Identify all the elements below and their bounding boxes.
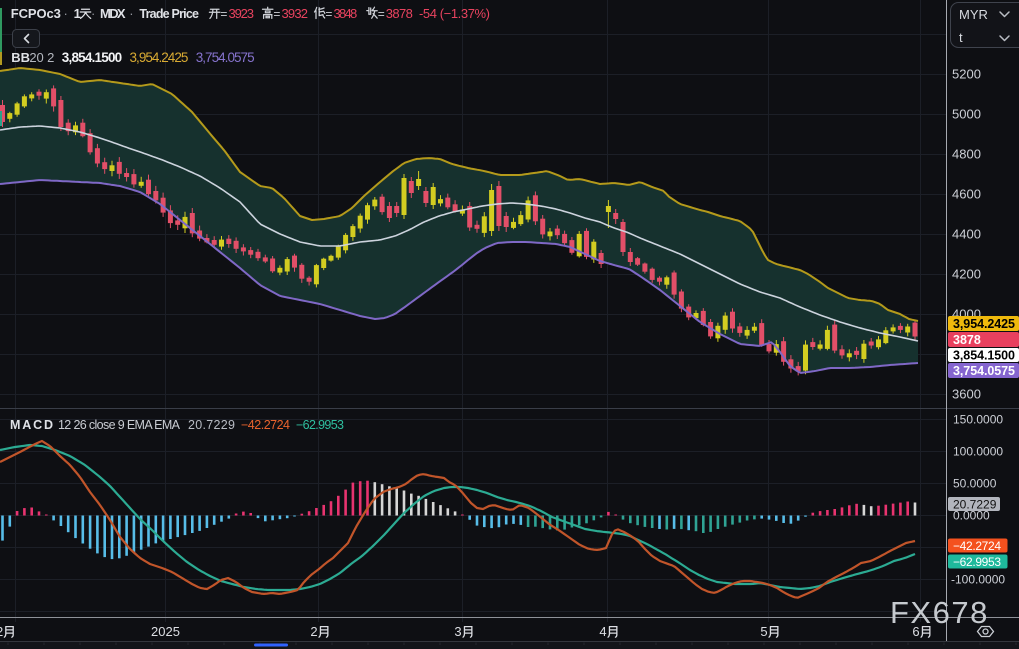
svg-text:5200: 5200 <box>952 67 981 82</box>
svg-text:FCPOc3: FCPOc3 <box>11 6 61 21</box>
svg-text:−62.9953: −62.9953 <box>296 418 344 432</box>
svg-text:3878: 3878 <box>953 333 981 347</box>
svg-text:−62.9953: −62.9953 <box>953 555 1001 569</box>
svg-text:−42.2724: −42.2724 <box>241 418 290 432</box>
svg-text:3,954.2425: 3,954.2425 <box>953 317 1015 331</box>
svg-text:MYR: MYR <box>959 7 988 22</box>
svg-text:·: · <box>64 6 68 21</box>
svg-text:FX678: FX678 <box>890 595 989 630</box>
svg-text:150.0000: 150.0000 <box>953 413 1003 427</box>
svg-text:3848: 3848 <box>334 6 358 21</box>
svg-text:3932: 3932 <box>282 6 309 21</box>
svg-text:2: 2 <box>0 624 3 639</box>
svg-text:3,754.0575: 3,754.0575 <box>953 364 1015 378</box>
svg-text:3,954.2425: 3,954.2425 <box>130 50 189 65</box>
svg-text:MDX: MDX <box>100 6 126 21</box>
svg-text:3923: 3923 <box>229 6 255 21</box>
svg-text:20.7229: 20.7229 <box>953 497 997 511</box>
svg-text:3,754.0575: 3,754.0575 <box>196 50 255 65</box>
svg-text:20 2: 20 2 <box>29 50 54 65</box>
svg-text:=: = <box>325 7 332 21</box>
svg-text:4: 4 <box>599 624 606 639</box>
svg-text:Trade Price: Trade Price <box>139 7 199 21</box>
svg-text:20.7229: 20.7229 <box>188 418 235 432</box>
svg-text:=: = <box>273 7 280 21</box>
svg-text:t: t <box>959 30 963 45</box>
svg-text:4600: 4600 <box>952 187 981 202</box>
svg-text:1: 1 <box>74 6 81 21</box>
svg-text:·: · <box>91 6 95 21</box>
svg-text:=: = <box>378 7 385 21</box>
svg-text:100.0000: 100.0000 <box>953 445 1003 459</box>
svg-text:·: · <box>129 6 133 21</box>
svg-text:3600: 3600 <box>952 387 981 402</box>
svg-text:12 26 close 9 EMA EMA: 12 26 close 9 EMA EMA <box>58 418 181 432</box>
svg-text:50.0000: 50.0000 <box>953 477 997 491</box>
svg-text:=: = <box>220 7 227 21</box>
svg-text:4800: 4800 <box>952 147 981 162</box>
svg-text:-100.0000: -100.0000 <box>951 573 1005 587</box>
svg-text:3: 3 <box>454 624 461 639</box>
svg-text:4200: 4200 <box>952 267 981 282</box>
svg-text:2: 2 <box>310 624 317 639</box>
svg-text:5: 5 <box>760 624 767 639</box>
svg-text:−42.2724: −42.2724 <box>953 539 1001 553</box>
svg-text:3878: 3878 <box>386 6 413 21</box>
svg-text:3,854.1500: 3,854.1500 <box>62 50 122 65</box>
svg-text:-54 (−1.37%): -54 (−1.37%) <box>419 6 490 21</box>
svg-text:3,854.1500: 3,854.1500 <box>953 348 1015 362</box>
svg-text:5000: 5000 <box>952 107 981 122</box>
svg-text:2025: 2025 <box>151 624 180 639</box>
svg-text:4400: 4400 <box>952 227 981 242</box>
svg-text:BB: BB <box>11 50 30 65</box>
